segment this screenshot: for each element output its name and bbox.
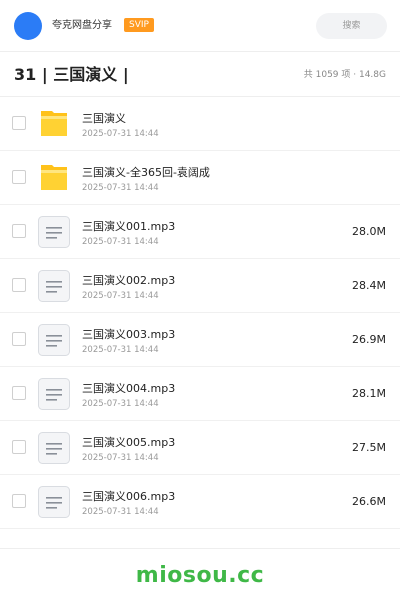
file-size: 28.1M: [352, 387, 386, 400]
file-row[interactable]: 三国演义004.mp3 2025-07-31 14:44 28.1M: [0, 367, 400, 421]
file-name[interactable]: 三国演义002.mp3: [82, 274, 175, 288]
file-row[interactable]: 三国演义-全365回-袁阔成 2025-07-31 14:44: [0, 151, 400, 205]
watermark-logo: miosou.cc: [135, 563, 265, 588]
row-checkbox[interactable]: [12, 440, 26, 454]
file-size: 28.0M: [352, 225, 386, 238]
audio-file-icon: [38, 432, 70, 464]
row-checkbox[interactable]: [12, 386, 26, 400]
file-row[interactable]: 三国演义005.mp3 2025-07-31 14:44 27.5M: [0, 421, 400, 475]
file-date: 2025-07-31 14:44: [82, 291, 159, 301]
folder-icon: [38, 108, 70, 140]
file-name[interactable]: 三国演义: [82, 112, 126, 126]
file-name[interactable]: 三国演义003.mp3: [82, 328, 175, 342]
footer: miosou.cc: [0, 548, 400, 600]
file-row[interactable]: 三国演义 2025-07-31 14:44: [0, 97, 400, 151]
file-name[interactable]: 三国演义001.mp3: [82, 220, 175, 234]
svip-badge: SVIP: [124, 18, 154, 32]
row-checkbox[interactable]: [12, 170, 26, 184]
file-size: 27.5M: [352, 441, 386, 454]
file-row[interactable]: 三国演义003.mp3 2025-07-31 14:44 26.9M: [0, 313, 400, 367]
page-title: 31 | 三国演义 |: [14, 65, 129, 84]
file-name[interactable]: 三国演义004.mp3: [82, 382, 175, 396]
file-row[interactable]: 三国演义006.mp3 2025-07-31 14:44 26.6M: [0, 475, 400, 529]
file-date: 2025-07-31 14:44: [82, 453, 159, 463]
file-date: 2025-07-31 14:44: [82, 345, 159, 355]
row-checkbox[interactable]: [12, 116, 26, 130]
file-summary: 共 1059 项 · 14.8G: [303, 70, 386, 80]
audio-file-icon: [38, 378, 70, 410]
file-row[interactable]: 三国演义002.mp3 2025-07-31 14:44 28.4M: [0, 259, 400, 313]
search-input[interactable]: 搜索: [316, 13, 387, 39]
title-bar: 31 | 三国演义 | 共 1059 项 · 14.8G: [0, 52, 400, 97]
audio-file-icon: [38, 324, 70, 356]
top-bar: 夸克网盘分享 SVIP 搜索: [0, 0, 400, 52]
file-size: 26.9M: [352, 333, 386, 346]
row-checkbox[interactable]: [12, 494, 26, 508]
row-checkbox[interactable]: [12, 224, 26, 238]
row-checkbox[interactable]: [12, 332, 26, 346]
file-date: 2025-07-31 14:44: [82, 237, 159, 247]
file-row[interactable]: 三国演义001.mp3 2025-07-31 14:44 28.0M: [0, 205, 400, 259]
file-date: 2025-07-31 14:44: [82, 129, 159, 139]
file-name[interactable]: 三国演义006.mp3: [82, 490, 175, 504]
file-name[interactable]: 三国演义005.mp3: [82, 436, 175, 450]
folder-icon: [38, 162, 70, 194]
file-list: 三国演义 2025-07-31 14:44 三国演义-全365回-袁阔成 2025-0…: [0, 97, 400, 529]
file-size: 26.6M: [352, 495, 386, 508]
file-date: 2025-07-31 14:44: [82, 507, 159, 517]
audio-file-icon: [38, 270, 70, 302]
file-size: 28.4M: [352, 279, 386, 292]
audio-file-icon: [38, 216, 70, 248]
file-name[interactable]: 三国演义-全365回-袁阔成: [82, 166, 210, 180]
share-name: 夸克网盘分享: [52, 20, 112, 31]
audio-file-icon: [38, 486, 70, 518]
file-date: 2025-07-31 14:44: [82, 183, 159, 193]
row-checkbox[interactable]: [12, 278, 26, 292]
avatar[interactable]: [14, 12, 42, 40]
file-date: 2025-07-31 14:44: [82, 399, 159, 409]
